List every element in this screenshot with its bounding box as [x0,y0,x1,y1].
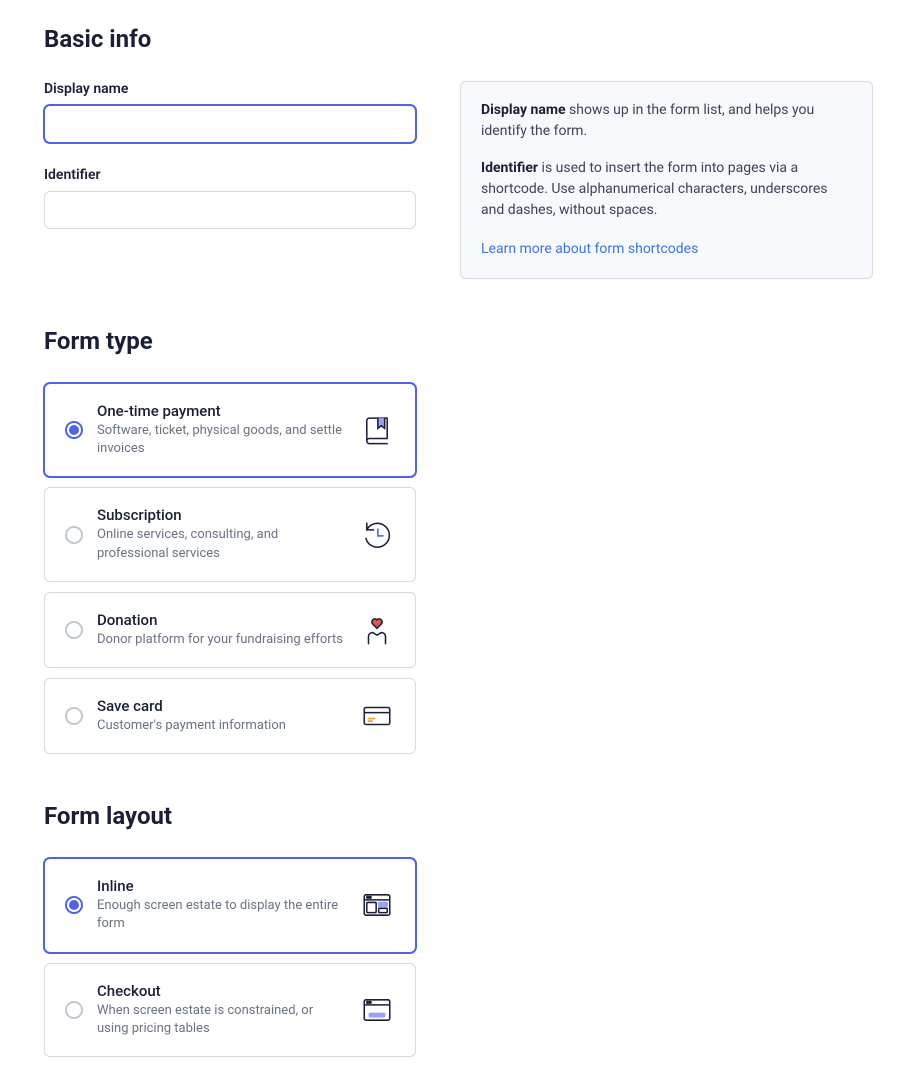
basic-info-heading: Basic info [44,25,873,53]
help-identifier-bold: Identifier [481,160,538,176]
identifier-label: Identifier [44,167,416,183]
option-desc: Software, ticket, physical goods, and se… [97,422,345,458]
help-box: Display name shows up in the form list, … [460,81,873,279]
option-desc: Customer's payment information [97,717,345,735]
form-layout-heading: Form layout [44,802,873,830]
form-type-option-one-time[interactable]: One-time payment Software, ticket, physi… [44,383,416,477]
form-type-option-subscription[interactable]: Subscription Online services, consulting… [44,487,416,581]
option-title: Subscription [97,506,345,524]
identifier-input[interactable] [44,191,416,229]
option-desc: When screen estate is constrained, or us… [97,1002,345,1038]
inline-layout-icon [359,887,395,923]
credit-card-icon [359,698,395,734]
display-name-input[interactable] [44,105,416,143]
option-desc: Enough screen estate to display the enti… [97,897,345,933]
book-icon [359,412,395,448]
radio-icon [65,526,83,544]
form-type-option-donation[interactable]: Donation Donor platform for your fundrai… [44,592,416,668]
option-title: Donation [97,611,345,629]
option-desc: Donor platform for your fundraising effo… [97,631,345,649]
history-icon [359,517,395,553]
radio-icon [65,896,83,914]
form-layout-option-checkout[interactable]: Checkout When screen estate is constrain… [44,963,416,1057]
option-title: Save card [97,697,345,715]
checkout-layout-icon [359,992,395,1028]
radio-icon [65,1001,83,1019]
option-title: Checkout [97,982,345,1000]
radio-icon [65,707,83,725]
option-title: One-time payment [97,402,345,420]
radio-icon [65,421,83,439]
heart-hands-icon [359,612,395,648]
form-type-heading: Form type [44,327,873,355]
form-type-option-save-card[interactable]: Save card Customer's payment information [44,678,416,754]
option-title: Inline [97,877,345,895]
display-name-label: Display name [44,81,416,97]
help-display-name-bold: Display name [481,102,566,118]
help-link[interactable]: Learn more about form shortcodes [481,241,698,257]
option-desc: Online services, consulting, and profess… [97,526,345,562]
form-layout-option-inline[interactable]: Inline Enough screen estate to display t… [44,858,416,952]
radio-icon [65,621,83,639]
